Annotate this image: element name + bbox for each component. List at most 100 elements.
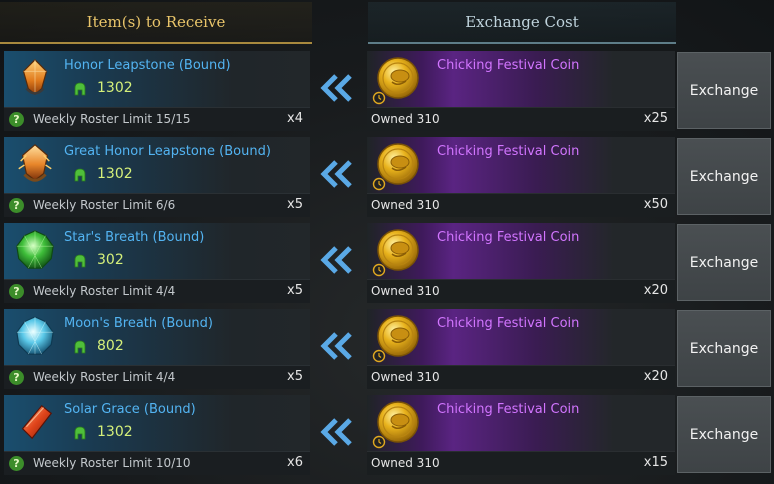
receive-item-main: Star's Breath (Bound) 302 [4, 223, 310, 279]
honor-leapstone-icon [12, 55, 58, 101]
exchange-button[interactable]: Exchange [677, 52, 771, 129]
cost-item-card[interactable]: Chicking Festival Coin Owned 310 x15 [367, 395, 675, 475]
exchange-button[interactable]: Exchange [677, 396, 771, 473]
exchange-button[interactable]: Exchange [677, 138, 771, 215]
receive-quantity: x6 [287, 455, 303, 470]
helmet-icon [72, 339, 88, 355]
item-points: 1302 [97, 80, 133, 96]
receive-item-card[interactable]: Moon's Breath (Bound) 802 ? Weekly Roste… [4, 309, 310, 389]
item-points: 302 [97, 252, 124, 268]
cost-item-card[interactable]: Chicking Festival Coin Owned 310 x20 [367, 309, 675, 389]
solar-grace-icon [12, 399, 58, 445]
cost-item-footer: Owned 310 x20 [367, 365, 675, 389]
receive-item-footer: ? Weekly Roster Limit 6/6 x5 [4, 193, 310, 217]
moons-breath-icon [12, 313, 58, 359]
stars-breath-icon [12, 227, 58, 273]
cost-item-name: Chicking Festival Coin [437, 316, 580, 331]
weekly-limit: Weekly Roster Limit 4/4 [33, 284, 176, 298]
receive-item-main: Honor Leapstone (Bound) 1302 [4, 51, 310, 107]
cost-item-main: Chicking Festival Coin [367, 395, 675, 451]
double-chevron-left-icon [320, 417, 354, 447]
cost-item-card[interactable]: Chicking Festival Coin Owned 310 x50 [367, 137, 675, 217]
cost-item-footer: Owned 310 x20 [367, 279, 675, 303]
festival-coin-icon [370, 226, 422, 278]
cost-item-main: Chicking Festival Coin [367, 309, 675, 365]
exchange-button[interactable]: Exchange [677, 310, 771, 387]
receive-item-main: Great Honor Leapstone (Bound) 1302 [4, 137, 310, 193]
cost-item-main: Chicking Festival Coin [367, 223, 675, 279]
receive-quantity: x5 [287, 283, 303, 298]
item-points: 1302 [97, 424, 133, 440]
owned-count: Owned 310 [371, 284, 440, 298]
receive-item-main: Solar Grace (Bound) 1302 [4, 395, 310, 451]
owned-count: Owned 310 [371, 112, 440, 126]
cost-quantity: x25 [643, 111, 668, 126]
exchange-row: Great Honor Leapstone (Bound) 1302 ? Wee… [0, 137, 774, 217]
exchange-row: Solar Grace (Bound) 1302 ? Weekly Roster… [0, 395, 774, 475]
receive-item-footer: ? Weekly Roster Limit 4/4 x5 [4, 279, 310, 303]
exchange-row: Moon's Breath (Bound) 802 ? Weekly Roste… [0, 309, 774, 389]
help-icon[interactable]: ? [9, 370, 24, 385]
item-name: Great Honor Leapstone (Bound) [64, 144, 271, 159]
cost-quantity: x20 [643, 369, 668, 384]
double-chevron-left-icon [320, 159, 354, 189]
cost-quantity: x50 [643, 197, 668, 212]
festival-coin-icon [370, 140, 422, 192]
cost-item-name: Chicking Festival Coin [437, 402, 580, 417]
item-name: Star's Breath (Bound) [64, 230, 205, 245]
receive-item-card[interactable]: Honor Leapstone (Bound) 1302 ? Weekly Ro… [4, 51, 310, 131]
help-icon[interactable]: ? [9, 112, 24, 127]
receive-quantity: x4 [287, 111, 303, 126]
cost-item-card[interactable]: Chicking Festival Coin Owned 310 x25 [367, 51, 675, 131]
cost-item-main: Chicking Festival Coin [367, 137, 675, 193]
double-chevron-left-icon [320, 245, 354, 275]
receive-column-header: Item(s) to Receive [0, 2, 312, 44]
item-name: Honor Leapstone (Bound) [64, 58, 231, 73]
weekly-limit: Weekly Roster Limit 10/10 [33, 456, 191, 470]
cost-item-name: Chicking Festival Coin [437, 230, 580, 245]
owned-count: Owned 310 [371, 198, 440, 212]
festival-coin-icon [370, 398, 422, 450]
help-icon[interactable]: ? [9, 198, 24, 213]
receive-item-card[interactable]: Great Honor Leapstone (Bound) 1302 ? Wee… [4, 137, 310, 217]
double-chevron-left-icon [320, 331, 354, 361]
owned-count: Owned 310 [371, 456, 440, 470]
exchange-row: Star's Breath (Bound) 302 ? Weekly Roste… [0, 223, 774, 303]
item-points: 802 [97, 338, 124, 354]
cost-item-name: Chicking Festival Coin [437, 58, 580, 73]
receive-quantity: x5 [287, 197, 303, 212]
exchange-row: Honor Leapstone (Bound) 1302 ? Weekly Ro… [0, 51, 774, 131]
helmet-icon [72, 81, 88, 97]
receive-item-footer: ? Weekly Roster Limit 15/15 x4 [4, 107, 310, 131]
item-name: Moon's Breath (Bound) [64, 316, 213, 331]
receive-item-card[interactable]: Star's Breath (Bound) 302 ? Weekly Roste… [4, 223, 310, 303]
cost-item-main: Chicking Festival Coin [367, 51, 675, 107]
cost-column-header: Exchange Cost [368, 2, 676, 44]
festival-coin-icon [370, 54, 422, 106]
item-points: 1302 [97, 166, 133, 182]
receive-item-card[interactable]: Solar Grace (Bound) 1302 ? Weekly Roster… [4, 395, 310, 475]
great-honor-leapstone-icon [12, 141, 58, 187]
receive-item-footer: ? Weekly Roster Limit 4/4 x5 [4, 365, 310, 389]
help-icon[interactable]: ? [9, 456, 24, 471]
receive-quantity: x5 [287, 369, 303, 384]
helmet-icon [72, 167, 88, 183]
cost-quantity: x20 [643, 283, 668, 298]
weekly-limit: Weekly Roster Limit 6/6 [33, 198, 176, 212]
weekly-limit: Weekly Roster Limit 15/15 [33, 112, 191, 126]
owned-count: Owned 310 [371, 370, 440, 384]
item-name: Solar Grace (Bound) [64, 402, 196, 417]
exchange-button[interactable]: Exchange [677, 224, 771, 301]
receive-item-footer: ? Weekly Roster Limit 10/10 x6 [4, 451, 310, 475]
weekly-limit: Weekly Roster Limit 4/4 [33, 370, 176, 384]
cost-item-footer: Owned 310 x50 [367, 193, 675, 217]
help-icon[interactable]: ? [9, 284, 24, 299]
cost-item-footer: Owned 310 x15 [367, 451, 675, 475]
helmet-icon [72, 425, 88, 441]
helmet-icon [72, 253, 88, 269]
cost-item-card[interactable]: Chicking Festival Coin Owned 310 x20 [367, 223, 675, 303]
double-chevron-left-icon [320, 73, 354, 103]
cost-item-name: Chicking Festival Coin [437, 144, 580, 159]
festival-coin-icon [370, 312, 422, 364]
cost-item-footer: Owned 310 x25 [367, 107, 675, 131]
